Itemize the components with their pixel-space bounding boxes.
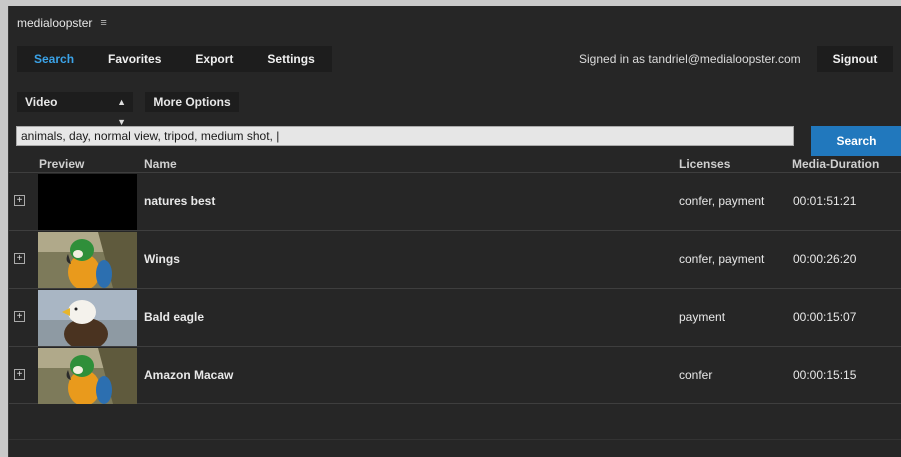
signout-button[interactable]: Signout — [817, 46, 893, 72]
row-duration: 00:00:26:20 — [793, 252, 857, 266]
video-thumbnail[interactable] — [38, 174, 137, 230]
column-header-licenses[interactable]: Licenses — [679, 156, 730, 172]
search-button[interactable]: Search — [811, 126, 901, 156]
video-thumbnail[interactable] — [38, 232, 137, 288]
row-duration: 00:00:15:15 — [793, 368, 857, 382]
expand-icon[interactable]: + — [14, 369, 25, 380]
expand-icon[interactable]: + — [14, 253, 25, 264]
main-nav: Search Favorites Export Settings — [17, 46, 332, 72]
media-type-value: Video — [25, 95, 58, 109]
media-type-select[interactable]: Video ▲ ▼ — [17, 92, 133, 127]
more-options-button[interactable]: More Options — [145, 92, 239, 112]
column-header-preview[interactable]: Preview — [39, 156, 84, 172]
tab-settings[interactable]: Settings — [250, 46, 331, 72]
tab-favorites[interactable]: Favorites — [91, 46, 178, 72]
results-table: + natures best confer, payment 00:01:51:… — [9, 172, 901, 404]
app-title: medialoopster — [17, 16, 93, 30]
table-row[interactable]: + Wings confer, payment 00:00:26:20 — [9, 230, 901, 288]
table-row[interactable]: + natures best confer, payment 00:01:51:… — [9, 172, 901, 230]
signed-in-text: Signed in as tandriel@medialoopster.com — [579, 52, 801, 66]
video-thumbnail[interactable] — [38, 290, 137, 346]
title-bar: medialoopster ≡ — [9, 6, 901, 40]
row-licenses: payment — [679, 310, 726, 324]
row-name: Wings — [144, 252, 180, 266]
table-row[interactable]: + Bald eagle payment 00:00:15:07 — [9, 288, 901, 346]
search-input[interactable] — [16, 126, 794, 146]
column-header-name[interactable]: Name — [144, 156, 177, 172]
expand-icon[interactable]: + — [14, 311, 25, 322]
tab-export[interactable]: Export — [178, 46, 250, 72]
row-name: natures best — [144, 194, 216, 208]
row-licenses: confer, payment — [679, 252, 765, 266]
app-panel: medialoopster ≡ Search Favorites Export … — [8, 6, 901, 457]
tab-search[interactable]: Search — [17, 46, 91, 72]
row-duration: 00:00:15:07 — [793, 310, 857, 324]
row-name: Amazon Macaw — [144, 368, 234, 382]
row-licenses: confer — [679, 368, 713, 382]
footer-divider — [9, 439, 901, 440]
row-name: Bald eagle — [144, 310, 205, 324]
column-header-duration[interactable]: Media-Duration — [792, 156, 879, 172]
hamburger-icon[interactable]: ≡ — [100, 17, 106, 29]
row-licenses: confer, payment — [679, 194, 765, 208]
row-duration: 00:01:51:21 — [793, 194, 857, 208]
expand-icon[interactable]: + — [14, 195, 25, 206]
table-row[interactable]: + Amazon Macaw confer 00:00:15:15 — [9, 346, 901, 404]
video-thumbnail[interactable] — [38, 348, 137, 404]
